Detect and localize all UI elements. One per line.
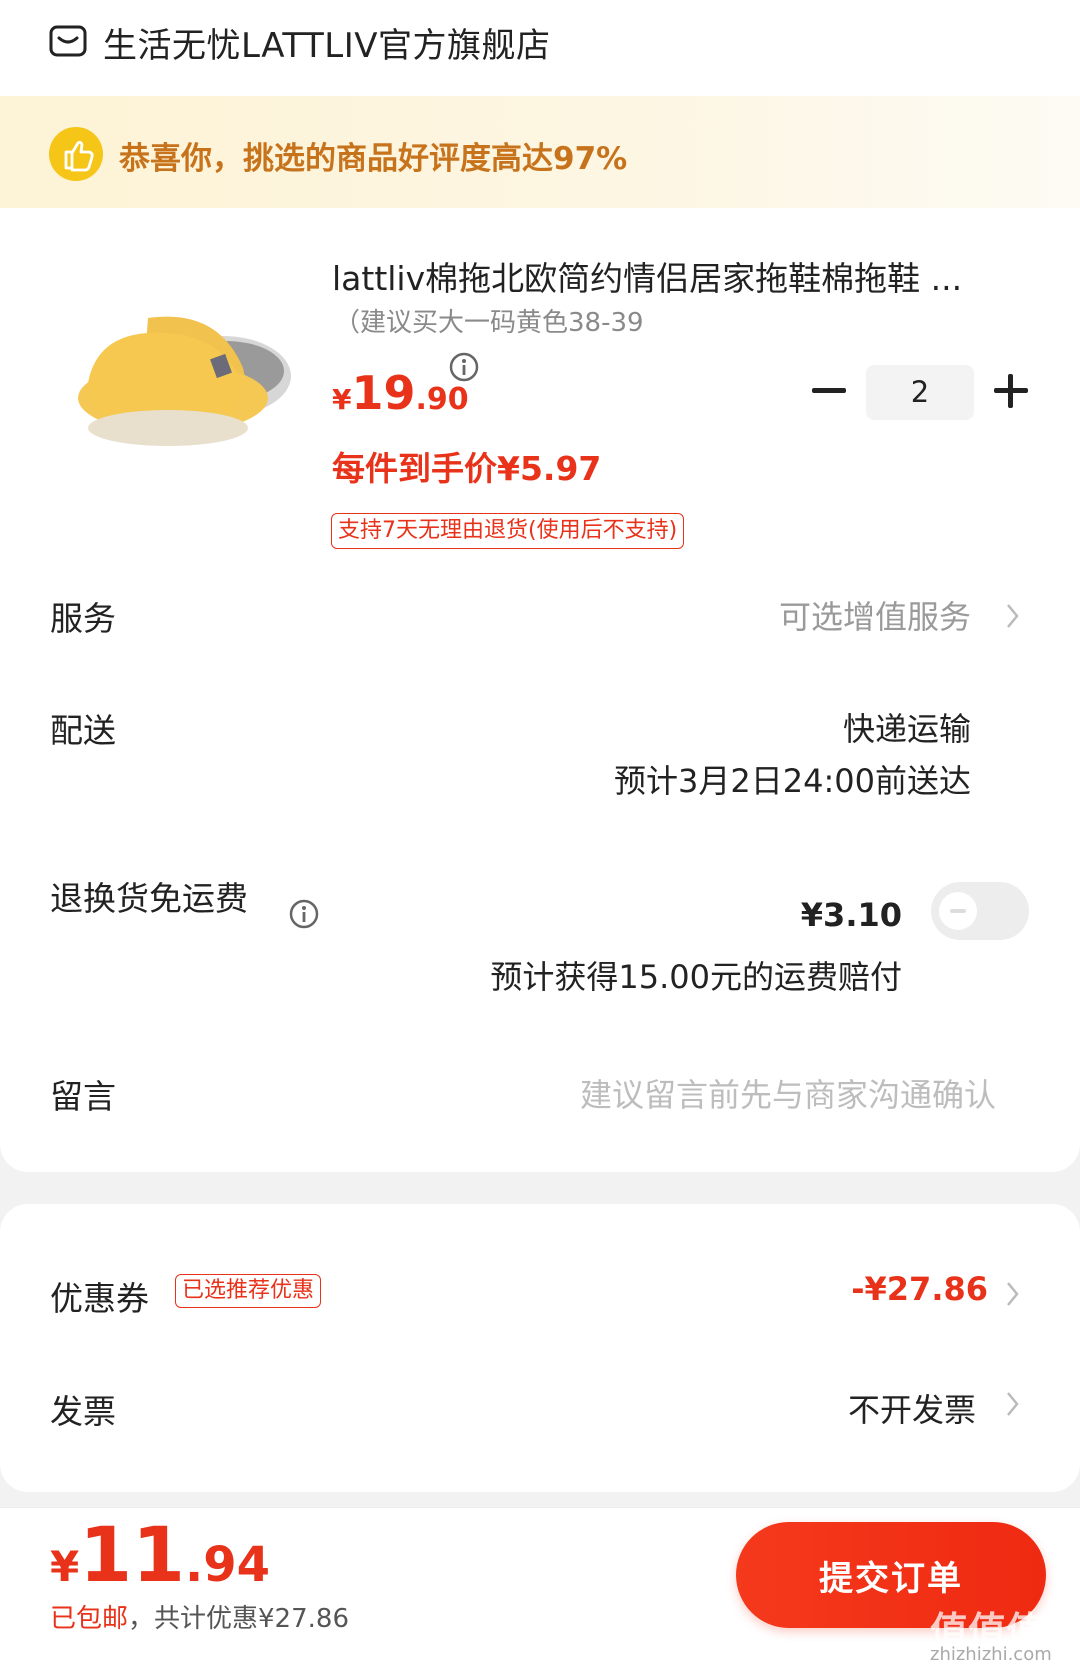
return-shipping-label: 退换货免运费 — [50, 879, 248, 918]
total-decimal: .94 — [185, 1537, 271, 1593]
toggle-knob — [939, 892, 977, 930]
return-shipping-price: ¥3.10 — [800, 896, 902, 934]
return-shipping-note: 预计获得15.00元的运费赔付 — [490, 958, 902, 996]
invoice-label: 发票 — [50, 1392, 116, 1431]
service-value[interactable]: 可选增值服务 — [779, 592, 971, 638]
coupon-tag: 已选推荐优惠 — [175, 1274, 322, 1308]
price-decimal: .90 — [415, 382, 469, 417]
footer-note: 已包邮，共计优惠¥27.86 — [50, 1598, 349, 1635]
return-shipping-info-icon[interactable] — [288, 898, 320, 930]
free-shipping-text: 已包邮 — [50, 1604, 129, 1634]
total-currency: ¥ — [50, 1542, 80, 1591]
coupon-value[interactable]: -¥27.86 — [851, 1270, 988, 1308]
discount-summary: ，共计优惠¥27.86 — [128, 1604, 349, 1634]
price-currency: ¥ — [332, 383, 352, 416]
store-name[interactable]: 生活无忧LATTLIV官方旗舰店 — [103, 18, 551, 67]
price-info-icon[interactable] — [448, 351, 480, 383]
chevron-right-icon[interactable] — [1005, 1390, 1021, 1418]
thumbs-up-icon — [49, 127, 103, 181]
watermark-url: zhizhizhi.com — [930, 1644, 1052, 1665]
unit-price: 每件到手价¥5.97 — [332, 449, 602, 488]
delivery-eta: 预计3月2日24:00前送达 — [614, 762, 971, 800]
total-integer: 11 — [79, 1510, 185, 1599]
product-image[interactable] — [48, 258, 298, 508]
banner-text: 恭喜你，挑选的商品好评度高达97% — [119, 141, 628, 177]
return-shipping-toggle[interactable] — [931, 882, 1029, 940]
price-integer: 19 — [351, 366, 416, 420]
discount-card — [0, 1204, 1080, 1492]
coupon-label: 优惠券 — [50, 1279, 149, 1318]
product-spec[interactable]: （建议买大一码黄色38-39 — [334, 302, 644, 339]
service-label: 服务 — [50, 599, 116, 638]
return-policy-tag: 支持7天无理由退货(使用后不支持) — [331, 513, 685, 549]
chevron-right-icon[interactable] — [1005, 602, 1021, 630]
chevron-right-icon[interactable] — [1005, 1280, 1021, 1308]
invoice-value[interactable]: 不开发票 — [848, 1385, 976, 1431]
quantity-decrease-button[interactable] — [812, 388, 846, 393]
delivery-label: 配送 — [50, 711, 116, 750]
message-label: 留言 — [50, 1077, 116, 1116]
message-input[interactable]: 建议留言前先与商家沟通确认 — [580, 1070, 996, 1116]
quantity-increase-button[interactable] — [994, 374, 1028, 408]
delivery-method: 快递运输 — [842, 710, 971, 748]
store-icon — [49, 25, 87, 57]
total-price: ¥11.94 — [50, 1510, 270, 1599]
quantity-input[interactable]: 2 — [866, 365, 974, 420]
product-title[interactable]: lattliv棉拖北欧简约情侣居家拖鞋棉拖鞋 ... — [332, 252, 1022, 300]
